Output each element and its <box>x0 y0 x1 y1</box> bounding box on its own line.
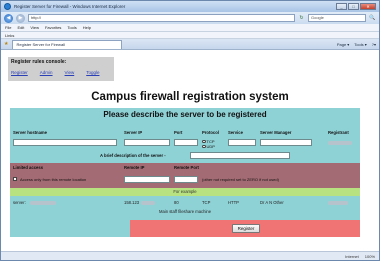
favorites-bar[interactable]: Links <box>1 32 379 39</box>
url-input[interactable]: http:// <box>28 14 295 22</box>
registrant-label: Registrant <box>328 130 349 135</box>
description-label: A brief description of the server - <box>100 153 166 158</box>
tab-register-server[interactable]: Register Server for Firewall <box>12 39 123 49</box>
menu-tools[interactable]: Tools <box>67 25 76 30</box>
remote-only-label: Access only from this remote location <box>20 177 87 182</box>
view-link[interactable]: View <box>65 70 75 75</box>
security-zone: Internet <box>345 253 359 259</box>
limited-access-title: Limited access <box>13 165 44 170</box>
form-header: Please describe the server to be registe… <box>103 110 267 119</box>
minimize-button[interactable]: _ <box>336 3 347 10</box>
zoom-level[interactable]: 100% <box>365 254 375 259</box>
remote-only-checkbox[interactable] <box>13 177 17 181</box>
address-bar: ◀ ▶ http:// ↻ Google 🔍 <box>1 12 379 24</box>
udp-radio[interactable] <box>202 144 206 149</box>
command-bar: Page ▾ Tools ▾ ?▾ <box>337 42 376 47</box>
protocol-label: Protocol <box>202 130 219 135</box>
register-bar: Register <box>130 220 360 237</box>
page-title: Campus firewall registration system <box>91 91 289 103</box>
help-menu[interactable]: ?▾ <box>372 42 376 47</box>
example-label: For example <box>10 188 360 196</box>
window-controls: _ □ ✕ <box>336 3 376 10</box>
register-link[interactable]: Register <box>11 70 28 75</box>
example-port: 80 <box>174 200 179 205</box>
registrant-value <box>328 141 352 145</box>
udp-label: UDP <box>206 144 215 149</box>
page-content: Register rules console: Register Admin V… <box>2 51 378 251</box>
rules-console: Register rules console: Register Admin V… <box>8 57 114 81</box>
menu-view[interactable]: View <box>30 25 39 30</box>
hostname-label: Server hostname <box>13 130 47 135</box>
window-title: Register Server for Firewall - Windows I… <box>14 4 126 9</box>
menu-edit[interactable]: Edit <box>17 25 24 30</box>
remote-port-label: Remote Port <box>174 165 199 170</box>
example-protocol: TCP <box>202 200 211 205</box>
port-label: Port <box>174 130 183 135</box>
hostname-field[interactable] <box>13 139 117 146</box>
browser-window: Register Server for Firewall - Windows I… <box>0 0 380 261</box>
example-ip: 158.123 <box>124 200 140 205</box>
registration-form: Please describe the server to be registe… <box>10 108 360 237</box>
refresh-icon[interactable]: ↻ <box>298 15 305 22</box>
back-button[interactable]: ◀ <box>4 13 13 23</box>
example-registrant-value <box>328 200 348 205</box>
service-label: Service <box>228 130 243 135</box>
protocol-udp-option[interactable]: UDP <box>202 144 215 149</box>
page-menu[interactable]: Page ▾ <box>337 42 349 47</box>
rules-title: Register rules console: <box>11 59 67 65</box>
maximize-button[interactable]: □ <box>348 3 359 10</box>
port-field[interactable] <box>174 139 198 146</box>
remote-port-field[interactable] <box>174 176 198 183</box>
remote-ip-label: Remote IP <box>124 165 145 170</box>
example-server-label: server: <box>13 200 26 205</box>
server-manager-label: Server Manager <box>260 130 292 135</box>
search-icon[interactable]: 🔍 <box>369 15 376 22</box>
example-description: Main staff fileshare machine <box>158 209 212 214</box>
rules-links: Register Admin View Toggle <box>11 70 111 75</box>
example-ip-tail <box>141 200 155 205</box>
favorites-star-icon[interactable]: ★ <box>4 41 8 47</box>
admin-link[interactable]: Admin <box>40 70 53 75</box>
remote-ip-field[interactable] <box>124 176 170 183</box>
toggle-link[interactable]: Toggle <box>86 70 99 75</box>
menu-favorites[interactable]: Favorites <box>45 25 61 30</box>
forward-button[interactable]: ▶ <box>16 13 25 23</box>
menu-bar: File Edit View Favorites Tools Help <box>1 24 379 32</box>
status-right: Internet 100% <box>345 254 375 259</box>
search-input[interactable]: Google <box>308 14 366 22</box>
menu-help[interactable]: Help <box>83 25 91 30</box>
register-button[interactable]: Register <box>232 224 260 233</box>
service-field[interactable] <box>228 139 256 146</box>
menu-file[interactable]: File <box>5 25 11 30</box>
tcp-radio[interactable] <box>202 139 206 144</box>
server-ip-label: Server IP <box>124 130 143 135</box>
example-hostname-value <box>30 200 56 205</box>
server-manager-field[interactable] <box>260 139 312 146</box>
status-bar: Internet 100% <box>1 251 379 260</box>
example-service: HTTP <box>228 200 239 205</box>
title-bar: Register Server for Firewall - Windows I… <box>1 1 379 12</box>
example-manager: Dr A N Other <box>260 200 284 205</box>
tab-bar: ★ Register Server for Firewall Page ▾ To… <box>1 39 379 50</box>
remote-note: (other not required set to ZERO if not u… <box>202 177 279 182</box>
description-field[interactable] <box>190 152 290 159</box>
protocol-radio-group: TCP UDP <box>202 139 215 149</box>
server-ip-field[interactable] <box>124 139 170 146</box>
tools-menu[interactable]: Tools ▾ <box>354 42 366 47</box>
ie-logo-icon <box>4 3 11 10</box>
limited-access-section: Limited access Remote IP Remote Port Acc… <box>10 163 360 188</box>
close-button[interactable]: ✕ <box>360 3 376 10</box>
